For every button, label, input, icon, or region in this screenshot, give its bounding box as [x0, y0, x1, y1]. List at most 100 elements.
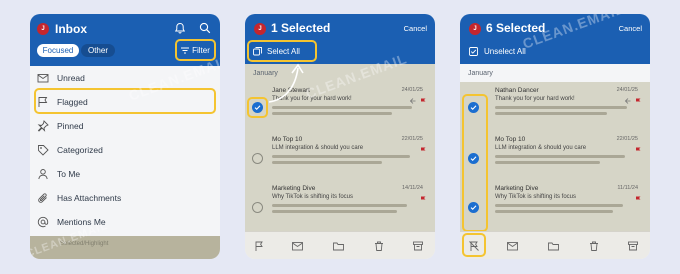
checkbox-unchecked[interactable]: [252, 202, 263, 213]
email-preview-line: [272, 106, 412, 109]
email-date: 11/11/24: [617, 185, 638, 191]
unselect-all-label: Unselect All: [484, 46, 526, 56]
trash-icon[interactable]: [589, 241, 599, 251]
email-subject: Why TikTok is shifting its focus: [495, 194, 577, 200]
search-icon[interactable]: [199, 22, 211, 34]
avatar[interactable]: J: [254, 23, 266, 35]
email-subject: Thank you for your hard work!: [495, 96, 575, 102]
filter-item-mentions-me[interactable]: Mentions Me: [30, 210, 220, 234]
flagged-highlight: [34, 88, 216, 114]
filter-item-has-attachments[interactable]: Has Attachments: [30, 186, 220, 210]
filter-item-label: Pinned: [57, 121, 84, 131]
reply-icon: [410, 98, 416, 104]
email-date: 24/01/25: [616, 87, 638, 93]
paperclip-icon: [38, 193, 47, 203]
unselect-all-button[interactable]: Unselect All: [469, 45, 526, 57]
list-item[interactable]: Marketing Dive 14/11/24 Why TikTok is sh…: [245, 180, 435, 229]
six-selected-panel: J 6 Selected Cancel Unselect All January…: [460, 14, 650, 259]
inbox-header: J Inbox Focused Other Filter: [30, 14, 220, 66]
flag-off-icon[interactable]: [469, 241, 479, 251]
email-preview-line: [272, 112, 392, 115]
select-all-icon: [253, 46, 262, 55]
checkbox-checked[interactable]: [468, 102, 479, 113]
dimmed-email-list: Selected/Highlight: [30, 236, 220, 259]
move-folder-icon[interactable]: [548, 241, 559, 251]
filter-item-label: Mentions Me: [57, 217, 106, 227]
email-preview-line: [495, 106, 627, 109]
cancel-button[interactable]: Cancel: [619, 24, 642, 33]
avatar-initial: J: [41, 26, 45, 32]
filter-item-to-me[interactable]: To Me: [30, 162, 220, 186]
checkbox-icon: [469, 46, 478, 56]
list-item[interactable]: Marketing Dive 11/11/24 Why TikTok is sh…: [460, 180, 650, 229]
email-date: 14/11/24: [401, 185, 423, 191]
month-header: January: [468, 70, 493, 77]
checkmark-icon: [470, 105, 477, 110]
select-all-label: Select All: [267, 46, 300, 56]
filter-item-categorized[interactable]: Categorized: [30, 138, 220, 162]
envelope-icon[interactable]: [507, 241, 518, 251]
email-subject: Why TikTok is shifting its focus: [272, 194, 354, 200]
filter-button[interactable]: Filter: [178, 44, 213, 57]
filter-item-unread[interactable]: Unread: [30, 66, 220, 90]
envelope-icon: [37, 74, 49, 83]
bell-icon[interactable]: [174, 22, 186, 34]
email-preview-line: [272, 155, 410, 158]
list-item[interactable]: Nathan Dancer 24/01/25 Thank you for you…: [460, 82, 650, 131]
pin-icon: [37, 120, 49, 132]
email-subject: LLM integration & should you care: [272, 145, 364, 151]
list-item[interactable]: Mo Top 10 22/01/25 LLM integration & sho…: [460, 131, 650, 180]
faded-footer-text: Selected/Highlight: [60, 241, 109, 247]
list-item[interactable]: Mo Top 10 22/01/25 LLM integration & sho…: [245, 131, 435, 180]
email-date: 22/01/25: [401, 136, 423, 142]
avatar[interactable]: J: [37, 23, 49, 35]
flag-off-icon[interactable]: [254, 241, 264, 251]
email-sender: Mo Top 10: [272, 136, 303, 143]
email-preview-line: [495, 161, 600, 164]
checkmark-icon: [470, 205, 477, 210]
checkbox-checked[interactable]: [468, 202, 479, 213]
avatar[interactable]: J: [469, 23, 481, 35]
checkbox-checked[interactable]: [468, 153, 479, 164]
email-sender: Mo Top 10: [495, 136, 526, 143]
filter-item-label: Categorized: [57, 145, 103, 155]
bottom-toolbar: [245, 231, 435, 259]
email-preview-line: [272, 161, 382, 164]
flag-icon: [636, 98, 641, 104]
filter-item-label: Has Attachments: [57, 193, 122, 203]
filter-label: Filter: [192, 46, 210, 55]
trash-icon[interactable]: [374, 241, 384, 251]
page-title: Inbox: [55, 22, 87, 36]
filter-item-label: To Me: [57, 169, 81, 179]
email-preview-line: [495, 210, 613, 213]
email-preview-line: [272, 204, 407, 207]
email-preview-line: [495, 112, 607, 115]
flag-icon: [421, 98, 426, 104]
filter-item-label: Unread: [57, 73, 85, 83]
tab-other-label: Other: [87, 46, 108, 55]
tab-other[interactable]: Other: [81, 44, 115, 57]
avatar-initial: J: [473, 26, 477, 32]
tab-focused[interactable]: Focused: [37, 44, 79, 57]
cancel-button[interactable]: Cancel: [404, 24, 427, 33]
one-selected-panel: J 1 Selected Cancel Select All January J…: [245, 14, 435, 259]
filter-item-pinned[interactable]: Pinned: [30, 114, 220, 138]
archive-icon[interactable]: [628, 241, 638, 251]
move-folder-icon[interactable]: [333, 241, 344, 251]
avatar-initial: J: [258, 26, 262, 32]
email-subject: LLM integration & should you care: [495, 145, 587, 151]
checkbox-checked[interactable]: [252, 102, 263, 113]
bottom-toolbar: [460, 231, 650, 259]
flag-icon: [636, 147, 641, 153]
envelope-icon[interactable]: [292, 241, 303, 251]
checkmark-icon: [254, 105, 261, 110]
tab-focused-label: Focused: [42, 46, 74, 55]
archive-icon[interactable]: [413, 241, 423, 251]
flag-icon: [421, 196, 426, 202]
tag-icon: [38, 145, 49, 156]
email-preview-line: [495, 204, 623, 207]
selected-count: 6 Selected: [486, 21, 546, 35]
checkbox-unchecked[interactable]: [252, 153, 263, 164]
selected-count: 1 Selected: [271, 21, 331, 35]
flag-icon: [421, 147, 426, 153]
